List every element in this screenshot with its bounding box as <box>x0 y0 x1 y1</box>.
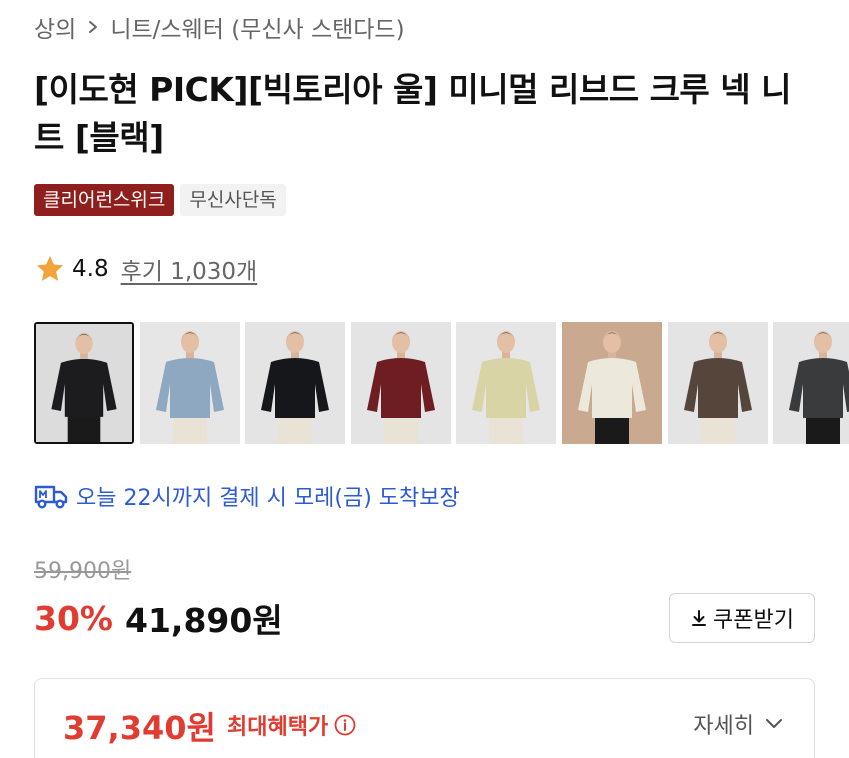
model-photo <box>140 322 240 444</box>
product-thumbnail[interactable] <box>456 322 556 444</box>
delivery-guarantee[interactable]: 오늘 22시까지 결제 시 모레(금) 도착보장 <box>34 478 460 514</box>
product-thumbnail[interactable] <box>668 322 768 444</box>
detail-label: 자세히 <box>693 714 754 739</box>
product-thumbnail[interactable] <box>773 322 849 444</box>
clearance-week-badge: 클리어런스위크 <box>34 184 175 216</box>
chevron-right-icon <box>86 20 100 34</box>
max-benefit-price: 37,340원 <box>63 709 216 747</box>
sale-price: 41,890원 <box>125 601 283 640</box>
product-title: [이도현 PICK][빅토리아 울] 미니멀 리브드 크루 넥 니트 [블랙] <box>34 70 791 157</box>
max-benefit-panel: 37,340원 최대혜택가 자세히 <box>34 678 815 758</box>
product-thumbnail[interactable] <box>562 322 662 444</box>
original-price: 59,900원 <box>34 559 132 584</box>
breadcrumb: 상의 니트/스웨터 (무신사 스탠다드) <box>34 10 405 44</box>
model-photo <box>36 324 132 442</box>
star-icon <box>36 255 64 281</box>
delivery-text: 오늘 22시까지 결제 시 모레(금) 도착보장 <box>76 486 460 511</box>
coupon-download-button[interactable]: 쿠폰받기 <box>669 593 815 643</box>
price-row: 30% 41,890원 <box>34 595 283 641</box>
truck-icon <box>34 485 68 509</box>
rating-score: 4.8 <box>72 256 109 282</box>
download-icon <box>692 610 707 626</box>
coupon-label: 쿠폰받기 <box>713 608 794 633</box>
breadcrumb-subcategory[interactable]: 니트/스웨터 (무신사 스탠다드) <box>110 10 404 44</box>
info-icon[interactable] <box>334 714 356 736</box>
max-benefit-label-text: 최대혜택가 <box>227 715 329 740</box>
discount-rate: 30% <box>34 598 113 638</box>
exclusive-badge: 무신사단독 <box>180 184 286 216</box>
benefit-detail-toggle[interactable]: 자세히 <box>693 708 784 740</box>
product-thumbnail[interactable] <box>140 322 240 444</box>
product-thumbnail[interactable] <box>34 322 134 444</box>
model-photo <box>245 322 345 444</box>
reviews-link[interactable]: 후기 1,030개 <box>121 252 258 286</box>
breadcrumb-category[interactable]: 상의 <box>34 10 76 44</box>
model-photo <box>773 322 849 444</box>
product-thumbnail[interactable] <box>351 322 451 444</box>
rating-summary: 4.8 후기 1,030개 <box>34 252 257 286</box>
max-benefit-label: 최대혜택가 <box>227 709 356 741</box>
model-photo <box>668 322 768 444</box>
model-photo <box>351 322 451 444</box>
product-thumbnail[interactable] <box>245 322 345 444</box>
badge-list: 클리어런스위크 무신사단독 <box>34 184 286 216</box>
thumbnail-gallery <box>34 322 849 444</box>
model-photo <box>562 322 662 444</box>
chevron-down-icon <box>766 719 782 728</box>
model-photo <box>456 322 556 444</box>
